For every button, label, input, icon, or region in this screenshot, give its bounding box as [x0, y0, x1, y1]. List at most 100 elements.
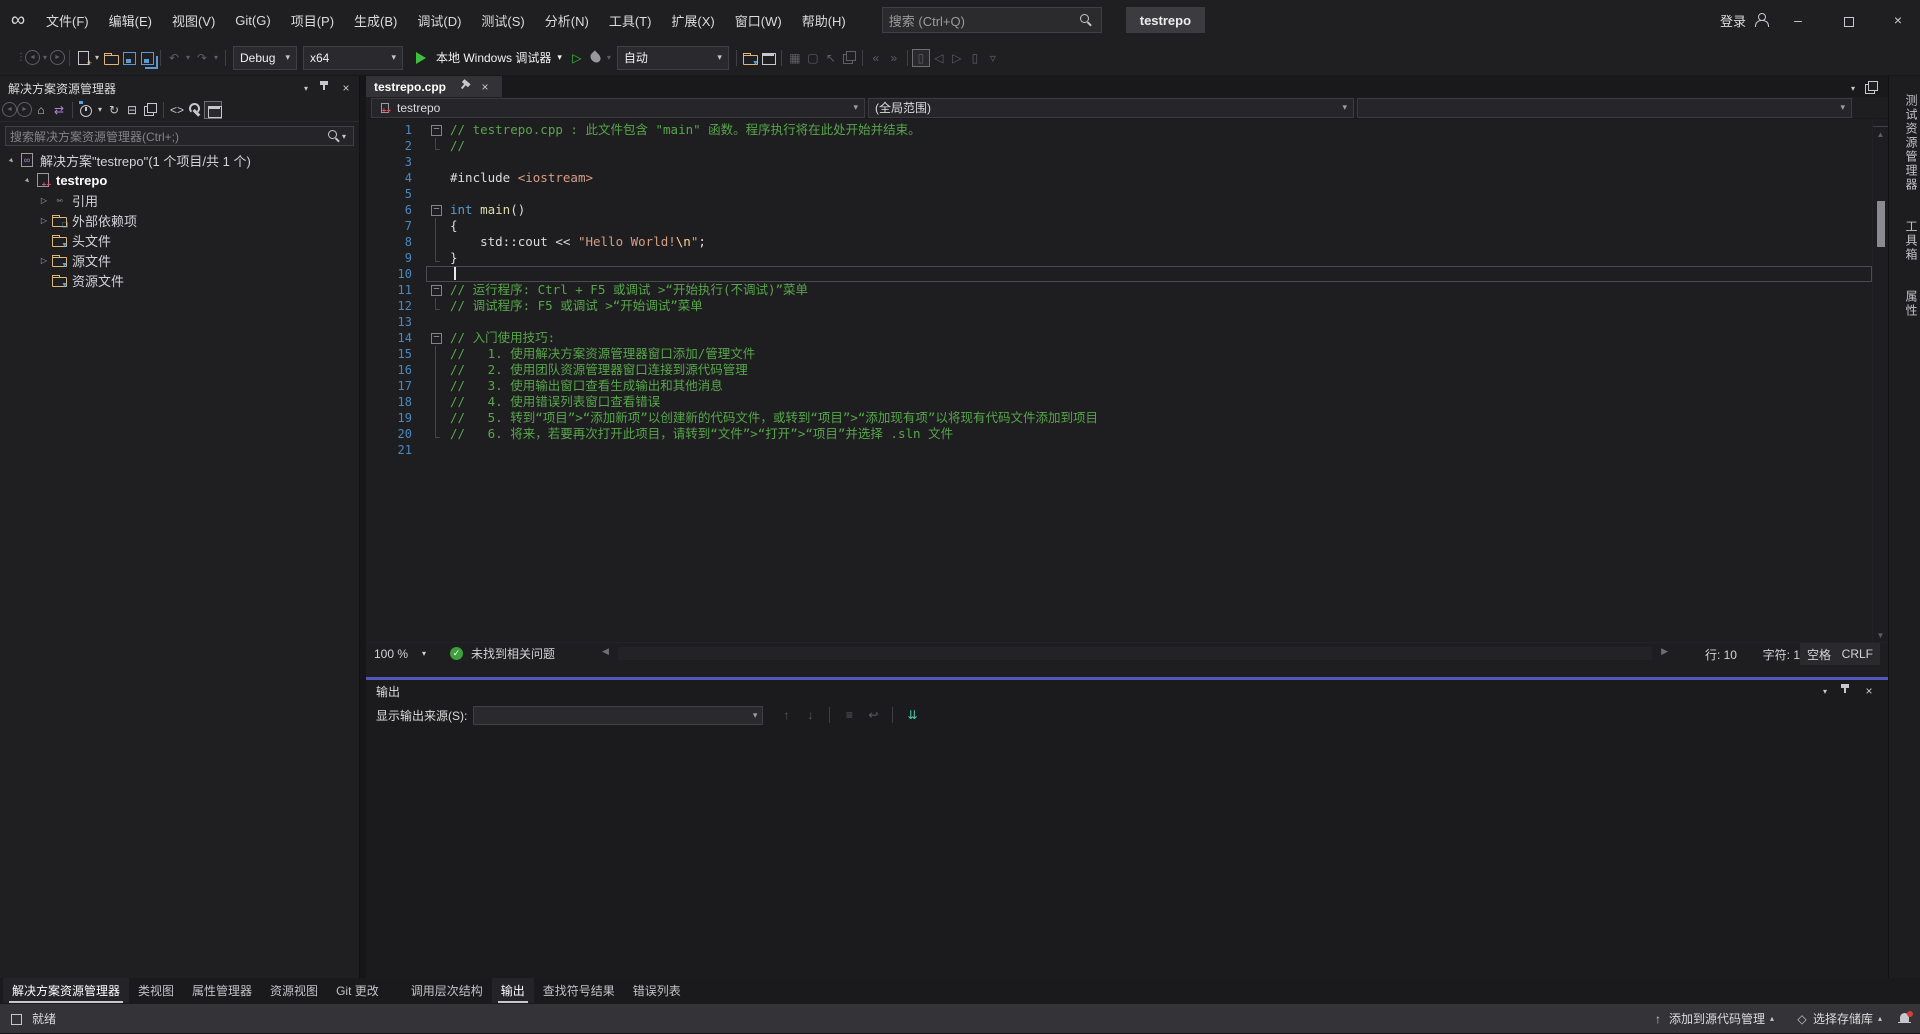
- menu-工具T[interactable]: 工具(T): [599, 7, 662, 33]
- dock-tab-资源视图[interactable]: 资源视图: [261, 978, 327, 1004]
- window-position-icon[interactable]: ▾: [301, 79, 311, 97]
- dock-tab-解决方案资源管理器[interactable]: 解决方案资源管理器: [3, 978, 129, 1004]
- redo-icon[interactable]: ↷: [193, 49, 211, 67]
- code-line-10[interactable]: 10: [366, 266, 1872, 282]
- search-icon[interactable]: [1077, 11, 1095, 29]
- code-line-14[interactable]: 14// 入门使用技巧:: [366, 330, 1872, 346]
- solution-platform-combo[interactable]: x64 ▾: [303, 46, 403, 70]
- code-line-7[interactable]: 7{: [366, 218, 1872, 234]
- navigate-back-icon[interactable]: ◄: [25, 50, 40, 65]
- menu-项目P[interactable]: 项目(P): [281, 7, 344, 33]
- code-line-21[interactable]: 21: [366, 442, 1872, 458]
- previous-bookmark-icon[interactable]: ◁: [930, 49, 948, 67]
- scroll-up-icon[interactable]: ▲: [1873, 127, 1888, 141]
- start-debugging-button[interactable]: 本地 Windows 调试器 ▾: [406, 45, 568, 71]
- status-line-ending[interactable]: CRLF: [1835, 643, 1880, 665]
- horizontal-scrollbar[interactable]: [618, 647, 1652, 660]
- line-number[interactable]: 12: [366, 298, 426, 314]
- fold-collapse-icon[interactable]: [426, 330, 450, 346]
- account-icon[interactable]: [1752, 11, 1770, 29]
- project-dropdown[interactable]: testrepo ▾: [371, 98, 865, 118]
- line-number[interactable]: 15: [366, 346, 426, 362]
- code-line-19[interactable]: 19// 5. 转到“项目”>“添加新项”以创建新的代码文件，或转到“项目”>“…: [366, 410, 1872, 426]
- output-source-combo[interactable]: ▾: [473, 706, 763, 725]
- splitter-handle[interactable]: [1873, 119, 1888, 127]
- line-number[interactable]: 10: [366, 266, 426, 282]
- code-line-15[interactable]: 15// 1. 使用解决方案资源管理器窗口添加/管理文件: [366, 346, 1872, 362]
- line-number[interactable]: 11: [366, 282, 426, 298]
- forward-icon[interactable]: ►: [17, 102, 32, 117]
- status-spaces[interactable]: 空格: [1800, 643, 1838, 665]
- line-number[interactable]: 13: [366, 314, 426, 330]
- pin-icon[interactable]: [315, 79, 333, 97]
- menu-文件F[interactable]: 文件(F): [36, 7, 99, 33]
- code-line-17[interactable]: 17// 3. 使用输出窗口查看生成输出和其他消息: [366, 378, 1872, 394]
- line-number[interactable]: 16: [366, 362, 426, 378]
- run-without-debugging-icon[interactable]: ▷: [568, 49, 586, 67]
- line-number[interactable]: 21: [366, 442, 426, 458]
- code-line-13[interactable]: 13: [366, 314, 1872, 330]
- active-files-dropdown-icon[interactable]: ▾: [1848, 79, 1858, 97]
- autohide-tab-工具箱[interactable]: 工具箱: [1889, 210, 1920, 272]
- menu-窗口W[interactable]: 窗口(W): [725, 7, 792, 33]
- output-header[interactable]: 输出 ▾×: [366, 680, 1888, 702]
- watch-mode-combo[interactable]: 自动 ▾: [617, 46, 729, 70]
- tree-item-引用[interactable]: ▷引用: [0, 190, 359, 210]
- navigate-forward-icon[interactable]: ►: [50, 50, 65, 65]
- autohide-tab-属性[interactable]: 属性: [1889, 280, 1920, 328]
- line-number[interactable]: 7: [366, 218, 426, 234]
- hot-reload-icon[interactable]: [586, 49, 604, 67]
- line-number[interactable]: 6: [366, 202, 426, 218]
- sign-in-link[interactable]: 登录: [1720, 11, 1746, 30]
- caret-down-icon[interactable]: ▾: [211, 49, 221, 67]
- autoscroll-icon[interactable]: ⇊: [903, 706, 921, 724]
- output-content[interactable]: [366, 728, 1888, 978]
- preview-selected-items-icon[interactable]: [204, 101, 222, 119]
- close-icon[interactable]: ×: [476, 78, 494, 96]
- menu-扩展X[interactable]: 扩展(X): [661, 7, 724, 33]
- tree-item-解决方案-testrepo-1-个项目-共-1-个-[interactable]: ▸∞解决方案"testrepo"(1 个项目/共 1 个): [0, 150, 359, 170]
- line-number[interactable]: 4: [366, 170, 426, 186]
- line-number[interactable]: 20: [366, 426, 426, 442]
- columns-chart-icon[interactable]: ▦: [786, 49, 804, 67]
- solution-explorer-search-box[interactable]: 搜索解决方案资源管理器(Ctrl+;) ▾: [5, 126, 354, 146]
- tree-expand-icon[interactable]: ▷: [38, 216, 50, 225]
- code-line-6[interactable]: 6int main(): [366, 202, 1872, 218]
- sync-with-active-document-icon[interactable]: ⇄: [50, 101, 68, 119]
- dock-tab-属性管理器[interactable]: 属性管理器: [183, 978, 261, 1004]
- marquee-selection-icon[interactable]: ▢: [804, 49, 822, 67]
- menu-编辑E[interactable]: 编辑(E): [99, 7, 162, 33]
- quick-search-box[interactable]: 搜索 (Ctrl+Q): [882, 7, 1102, 33]
- minimize-button[interactable]: –: [1776, 0, 1820, 40]
- caret-down-icon[interactable]: ▾: [92, 49, 102, 67]
- code-line-5[interactable]: 5: [366, 186, 1872, 202]
- code-line-8[interactable]: 8 std::cout << "Hello World!\n";: [366, 234, 1872, 250]
- pointer-icon[interactable]: ↖: [822, 49, 840, 67]
- panel-tab-查找符号结果[interactable]: 查找符号结果: [534, 978, 624, 1004]
- line-number[interactable]: 3: [366, 154, 426, 170]
- fold-collapse-icon[interactable]: [426, 282, 450, 298]
- tree-item-源文件[interactable]: ▷▼源文件: [0, 250, 359, 270]
- tree-expand-icon[interactable]: ▷: [38, 256, 50, 265]
- line-number[interactable]: 9: [366, 250, 426, 266]
- back-icon[interactable]: ◄: [2, 102, 17, 117]
- tree-expand-icon[interactable]: ▷: [38, 196, 50, 205]
- window-position-icon[interactable]: ▾: [1820, 682, 1830, 700]
- chevron-down-icon[interactable]: ▾: [339, 127, 349, 145]
- line-number[interactable]: 1: [366, 122, 426, 138]
- caret-down-icon[interactable]: ▾: [604, 49, 614, 67]
- add-to-source-control-button[interactable]: ↑ 添加到源代码管理 ▴: [1644, 1004, 1782, 1034]
- restore-button[interactable]: [1826, 0, 1870, 40]
- next-bookmark-icon[interactable]: ▷: [948, 49, 966, 67]
- code-line-3[interactable]: 3: [366, 154, 1872, 170]
- tab-testrepo-cpp[interactable]: testrepo.cpp ×: [366, 76, 502, 97]
- close-icon[interactable]: ×: [1860, 682, 1878, 700]
- menu-调试D[interactable]: 调试(D): [407, 7, 471, 33]
- line-number[interactable]: 5: [366, 186, 426, 202]
- undo-icon[interactable]: ↶: [165, 49, 183, 67]
- pin-icon[interactable]: [450, 74, 475, 99]
- zoom-level-dropdown[interactable]: 100 % ▾: [368, 644, 432, 663]
- search-folder-icon[interactable]: ▼: [741, 49, 759, 67]
- menu-分析N[interactable]: 分析(N): [535, 7, 599, 33]
- line-number[interactable]: 8: [366, 234, 426, 250]
